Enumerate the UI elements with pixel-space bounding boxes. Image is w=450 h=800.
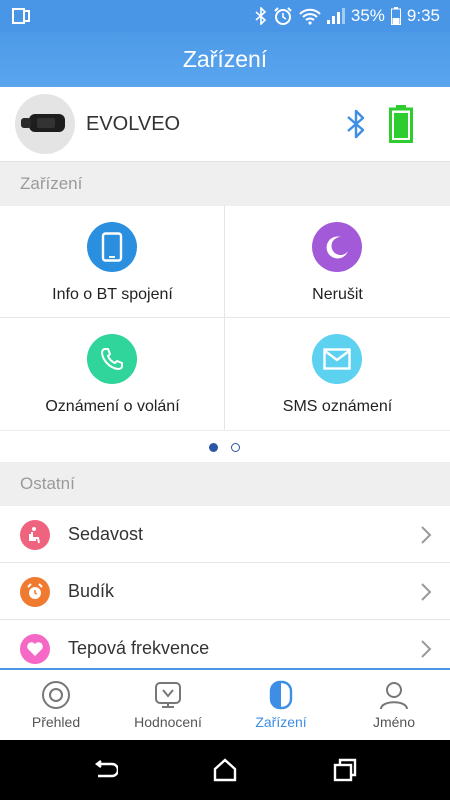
profile-icon xyxy=(380,682,408,710)
battery-icon xyxy=(390,7,401,25)
chevron-right-icon xyxy=(421,640,432,658)
list-item-label: Budík xyxy=(68,581,115,601)
signal-icon xyxy=(326,8,345,24)
grid-item-label: Oznámení o volání xyxy=(45,398,180,415)
chevron-right-icon xyxy=(421,583,432,601)
grid-item-label: SMS oznámení xyxy=(282,398,393,415)
section-title: Ostatní xyxy=(20,474,75,493)
page-title: Zařízení xyxy=(182,46,268,72)
clock: 9:35 xyxy=(406,6,440,25)
recent-apps-icon[interactable] xyxy=(332,758,358,782)
device-icon xyxy=(269,680,293,710)
grid-item-label: Nerušit xyxy=(312,286,363,303)
list-item-label: Sedavost xyxy=(68,524,144,544)
system-navigation xyxy=(0,740,450,800)
nav-device[interactable]: Zařízení xyxy=(225,670,337,740)
grid-item-label: Info o BT spojení xyxy=(52,286,173,303)
section-title: Zařízení xyxy=(20,174,83,193)
nav-label: Jméno xyxy=(372,714,416,730)
nav-rating[interactable]: Hodnocení xyxy=(112,670,224,740)
back-icon[interactable] xyxy=(92,758,118,782)
bluetooth-status-icon xyxy=(347,109,365,139)
screen-icon xyxy=(12,8,30,24)
phone-icon xyxy=(87,222,137,272)
feature-grid: Info o BT spojení Nerušit Oznámení o vol… xyxy=(0,206,450,430)
list-item-alarm[interactable]: Budík xyxy=(0,563,450,620)
call-icon xyxy=(87,334,137,384)
alarm-clock-icon xyxy=(20,577,50,607)
bluetooth-icon xyxy=(255,7,267,25)
fitness-band-icon xyxy=(21,114,65,132)
page-dot[interactable] xyxy=(231,443,240,452)
home-icon[interactable] xyxy=(212,758,238,782)
alarm-icon xyxy=(274,7,292,25)
device-row[interactable]: EVOLVEO xyxy=(0,87,450,162)
overview-icon xyxy=(42,681,70,709)
wifi-icon xyxy=(299,8,321,25)
nav-label: Hodnocení xyxy=(134,714,202,730)
app-header: Zařízení xyxy=(0,32,450,87)
status-bar: 35% 9:35 xyxy=(0,0,450,32)
page-dot-active[interactable] xyxy=(209,443,218,452)
device-name: EVOLVEO xyxy=(86,113,181,135)
nav-overview[interactable]: Přehled xyxy=(0,670,112,740)
list-item-sedentary[interactable]: Sedavost xyxy=(0,506,450,563)
device-image xyxy=(15,94,75,154)
device-battery-icon xyxy=(389,105,413,143)
page-indicator xyxy=(0,430,450,462)
bottom-navigation: Přehled Hodnocení Zařízení Jméno xyxy=(0,668,450,740)
grid-item-do-not-disturb[interactable]: Nerušit xyxy=(225,206,450,318)
grid-item-bt-info[interactable]: Info o BT spojení xyxy=(0,206,225,318)
moon-icon xyxy=(312,222,362,272)
heart-icon xyxy=(20,634,50,664)
nav-label: Zařízení xyxy=(255,714,307,730)
seat-icon xyxy=(20,520,50,550)
grid-item-sms-notification[interactable]: SMS oznámení xyxy=(225,318,450,430)
envelope-icon xyxy=(312,334,362,384)
nav-label: Přehled xyxy=(31,714,81,730)
section-header-devices: Zařízení xyxy=(0,162,450,206)
grid-item-call-notification[interactable]: Oznámení o volání xyxy=(0,318,225,430)
section-header-other: Ostatní xyxy=(0,462,450,506)
nav-profile[interactable]: Jméno xyxy=(338,670,450,740)
chevron-right-icon xyxy=(421,526,432,544)
battery-percent: 35% xyxy=(350,6,385,25)
rating-icon xyxy=(155,682,181,708)
